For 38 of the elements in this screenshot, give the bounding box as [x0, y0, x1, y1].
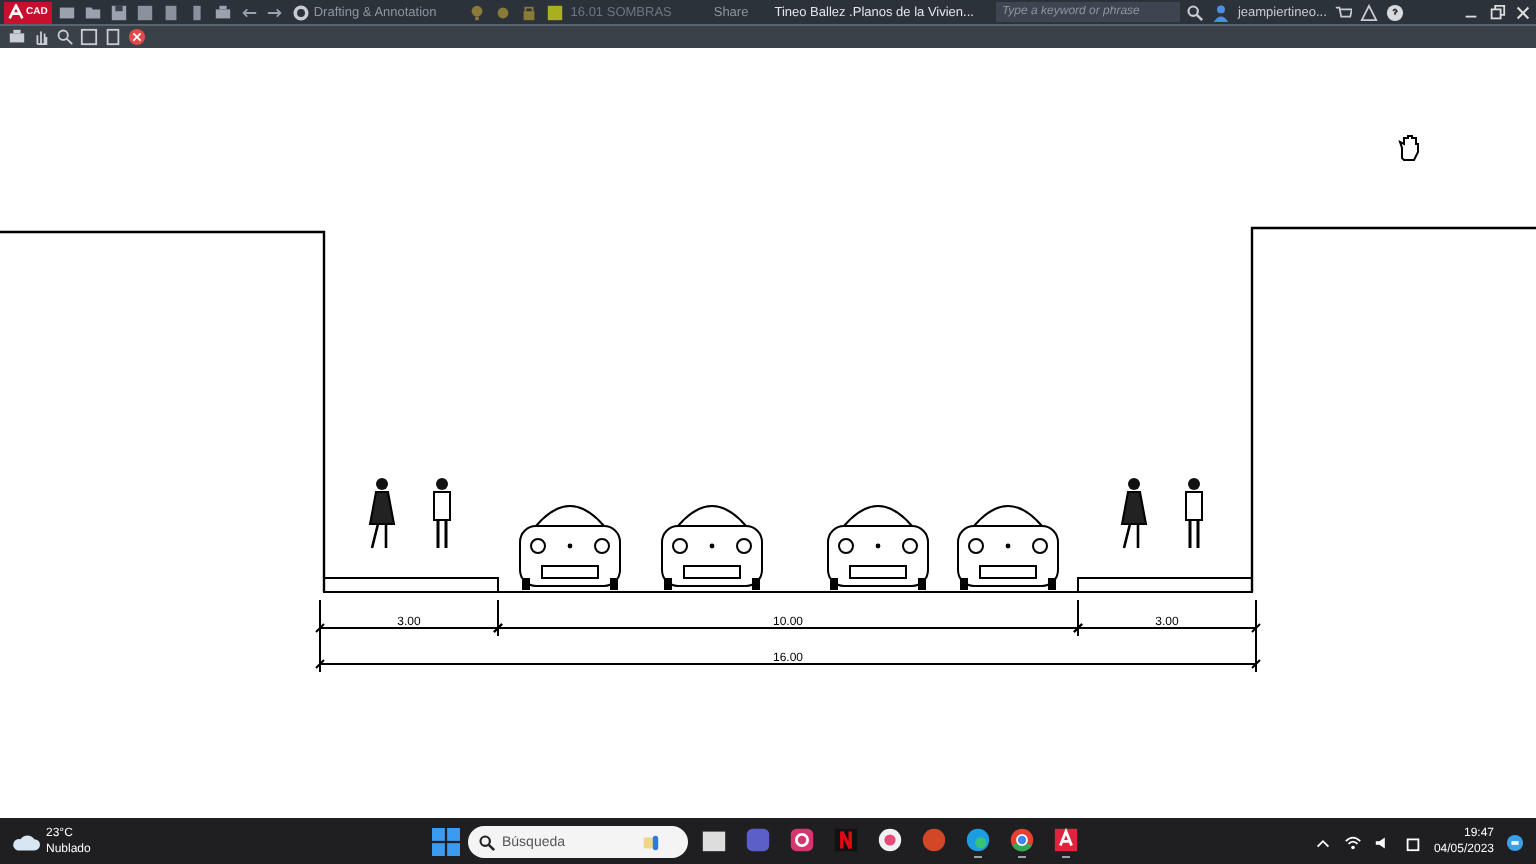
restore-icon[interactable] — [1486, 2, 1506, 22]
search-icon[interactable] — [476, 832, 496, 852]
search-icon[interactable] — [1185, 2, 1206, 22]
save-icon[interactable] — [109, 2, 130, 22]
video-chat-icon[interactable] — [744, 825, 772, 854]
cart-icon[interactable] — [1332, 2, 1353, 22]
letter-n-app-icon[interactable] — [832, 825, 860, 854]
user-icon[interactable] — [1211, 2, 1232, 22]
browser-app-icon[interactable] — [1008, 825, 1036, 854]
car-front-drawing — [519, 505, 621, 590]
close-icon[interactable] — [126, 27, 146, 47]
car-front-drawing — [957, 505, 1059, 590]
letter-a-icon — [8, 4, 24, 20]
woman-figure-drawing — [368, 478, 396, 550]
sun-icon[interactable] — [492, 2, 513, 22]
bulb-icon[interactable] — [466, 2, 487, 22]
presentation-app-icon[interactable] — [920, 825, 948, 854]
color-square-icon[interactable] — [544, 2, 565, 22]
zoom-window-icon[interactable] — [78, 27, 98, 47]
close-icon[interactable] — [1512, 2, 1532, 22]
chat-bubble-icon[interactable] — [1504, 832, 1524, 852]
camera-app-icon[interactable] — [788, 825, 816, 854]
lock-icon[interactable] — [518, 2, 539, 22]
help-icon[interactable] — [1384, 2, 1405, 22]
woman-figure-drawing — [1120, 478, 1148, 550]
zoom-icon[interactable] — [54, 27, 74, 47]
man-figure-drawing — [1185, 478, 1203, 550]
new-icon[interactable] — [57, 2, 78, 22]
car-front-drawing — [661, 505, 763, 590]
print-icon[interactable] — [6, 27, 26, 47]
letter-a-app-icon[interactable] — [1052, 825, 1080, 854]
windows-start-icon[interactable] — [432, 828, 460, 856]
wifi-icon[interactable] — [1343, 832, 1364, 852]
browser-app-icon[interactable] — [964, 825, 992, 854]
man-figure-drawing — [433, 478, 451, 550]
car-front-drawing — [827, 505, 929, 590]
triangle-icon[interactable] — [1358, 2, 1379, 22]
print-icon[interactable] — [213, 2, 234, 22]
